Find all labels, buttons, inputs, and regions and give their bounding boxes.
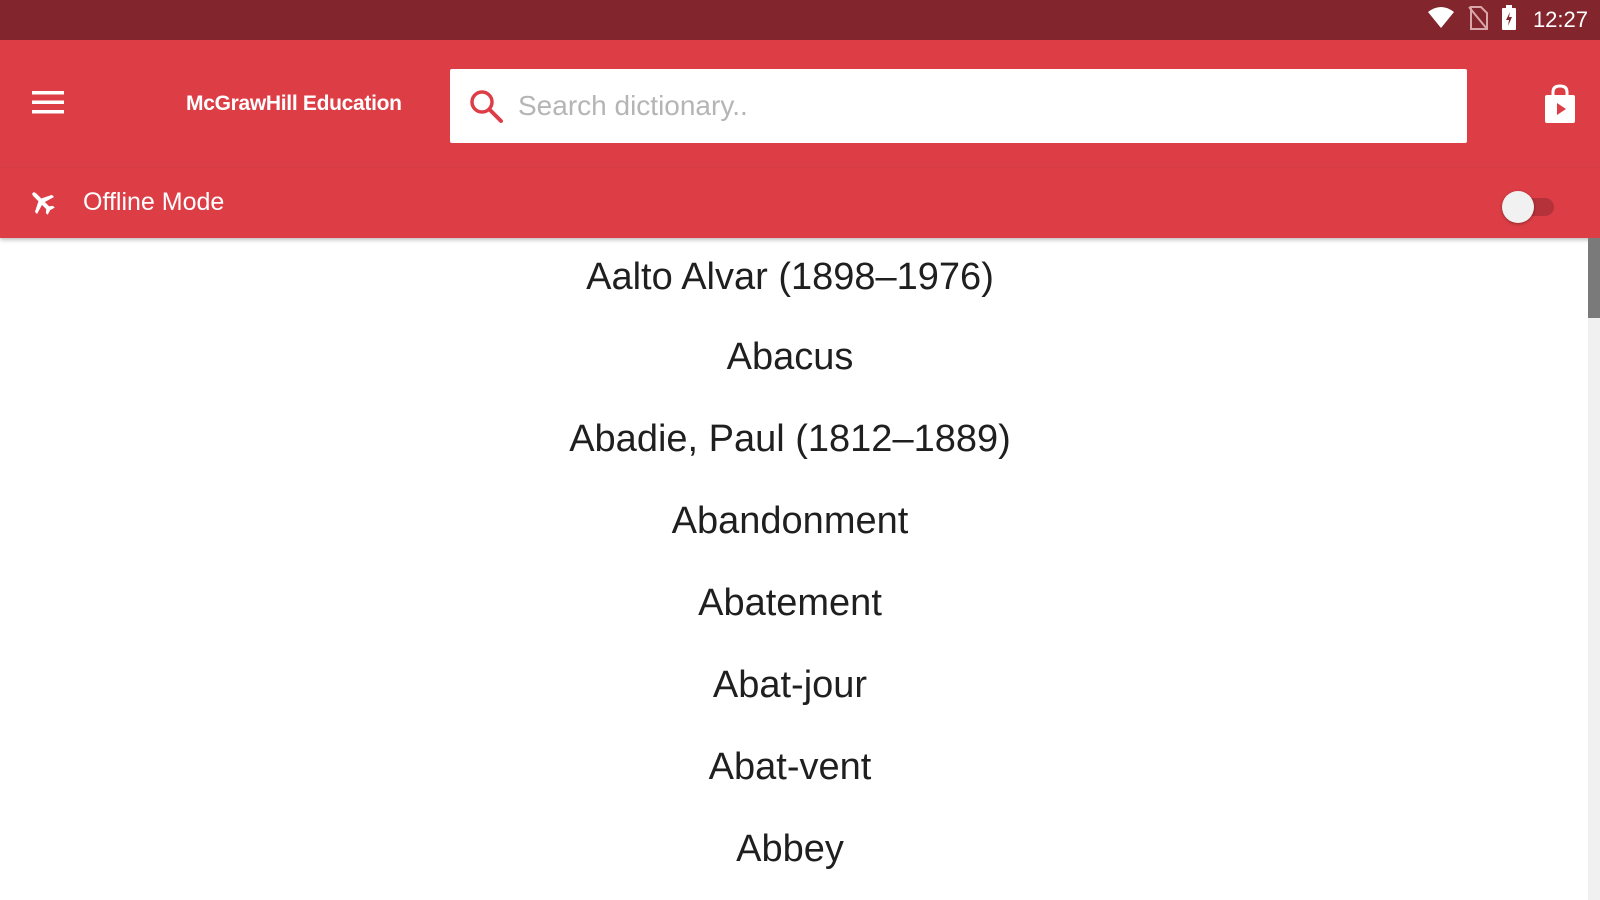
no-sim-icon xyxy=(1467,5,1489,36)
toggle-thumb xyxy=(1502,191,1534,223)
list-item[interactable]: Abadie, Paul (1812–1889) xyxy=(0,398,1580,480)
search-input[interactable] xyxy=(516,76,1467,136)
shopping-bag-play-icon xyxy=(1543,83,1577,129)
offline-mode-bar: Offline Mode xyxy=(0,168,1600,238)
search-icon[interactable] xyxy=(468,88,504,124)
scrollbar-thumb[interactable] xyxy=(1588,238,1600,318)
offline-mode-label: Offline Mode xyxy=(83,188,225,216)
app-bar: McGrawHill Education xyxy=(0,40,1600,168)
status-bar: 12:27 xyxy=(0,0,1600,40)
store-button[interactable] xyxy=(1540,83,1580,129)
scrollbar[interactable] xyxy=(1588,238,1600,900)
search-box[interactable] xyxy=(450,69,1467,143)
wifi-icon xyxy=(1427,6,1455,35)
airplane-icon xyxy=(28,188,56,216)
status-icons: 12:27 xyxy=(1427,0,1588,40)
list-item[interactable]: Abandonment xyxy=(0,480,1580,562)
menu-button[interactable] xyxy=(22,82,74,126)
list-item[interactable]: Abatement xyxy=(0,562,1580,644)
list-item[interactable]: Aalto Alvar (1898–1976) xyxy=(0,238,1580,316)
list-item[interactable]: Abat-jour xyxy=(0,644,1580,726)
list-item[interactable]: Abacus xyxy=(0,316,1580,398)
offline-mode-toggle[interactable] xyxy=(1502,190,1556,223)
battery-icon xyxy=(1501,4,1517,36)
status-time: 12:27 xyxy=(1532,7,1588,32)
brand-logo: McGrawHill Education xyxy=(186,92,402,115)
list-item[interactable]: Abbey xyxy=(0,808,1580,890)
hamburger-menu-icon xyxy=(31,89,65,120)
word-list: Aalto Alvar (1898–1976) Abacus Abadie, P… xyxy=(0,238,1580,900)
list-item[interactable]: Abat-vent xyxy=(0,726,1580,808)
